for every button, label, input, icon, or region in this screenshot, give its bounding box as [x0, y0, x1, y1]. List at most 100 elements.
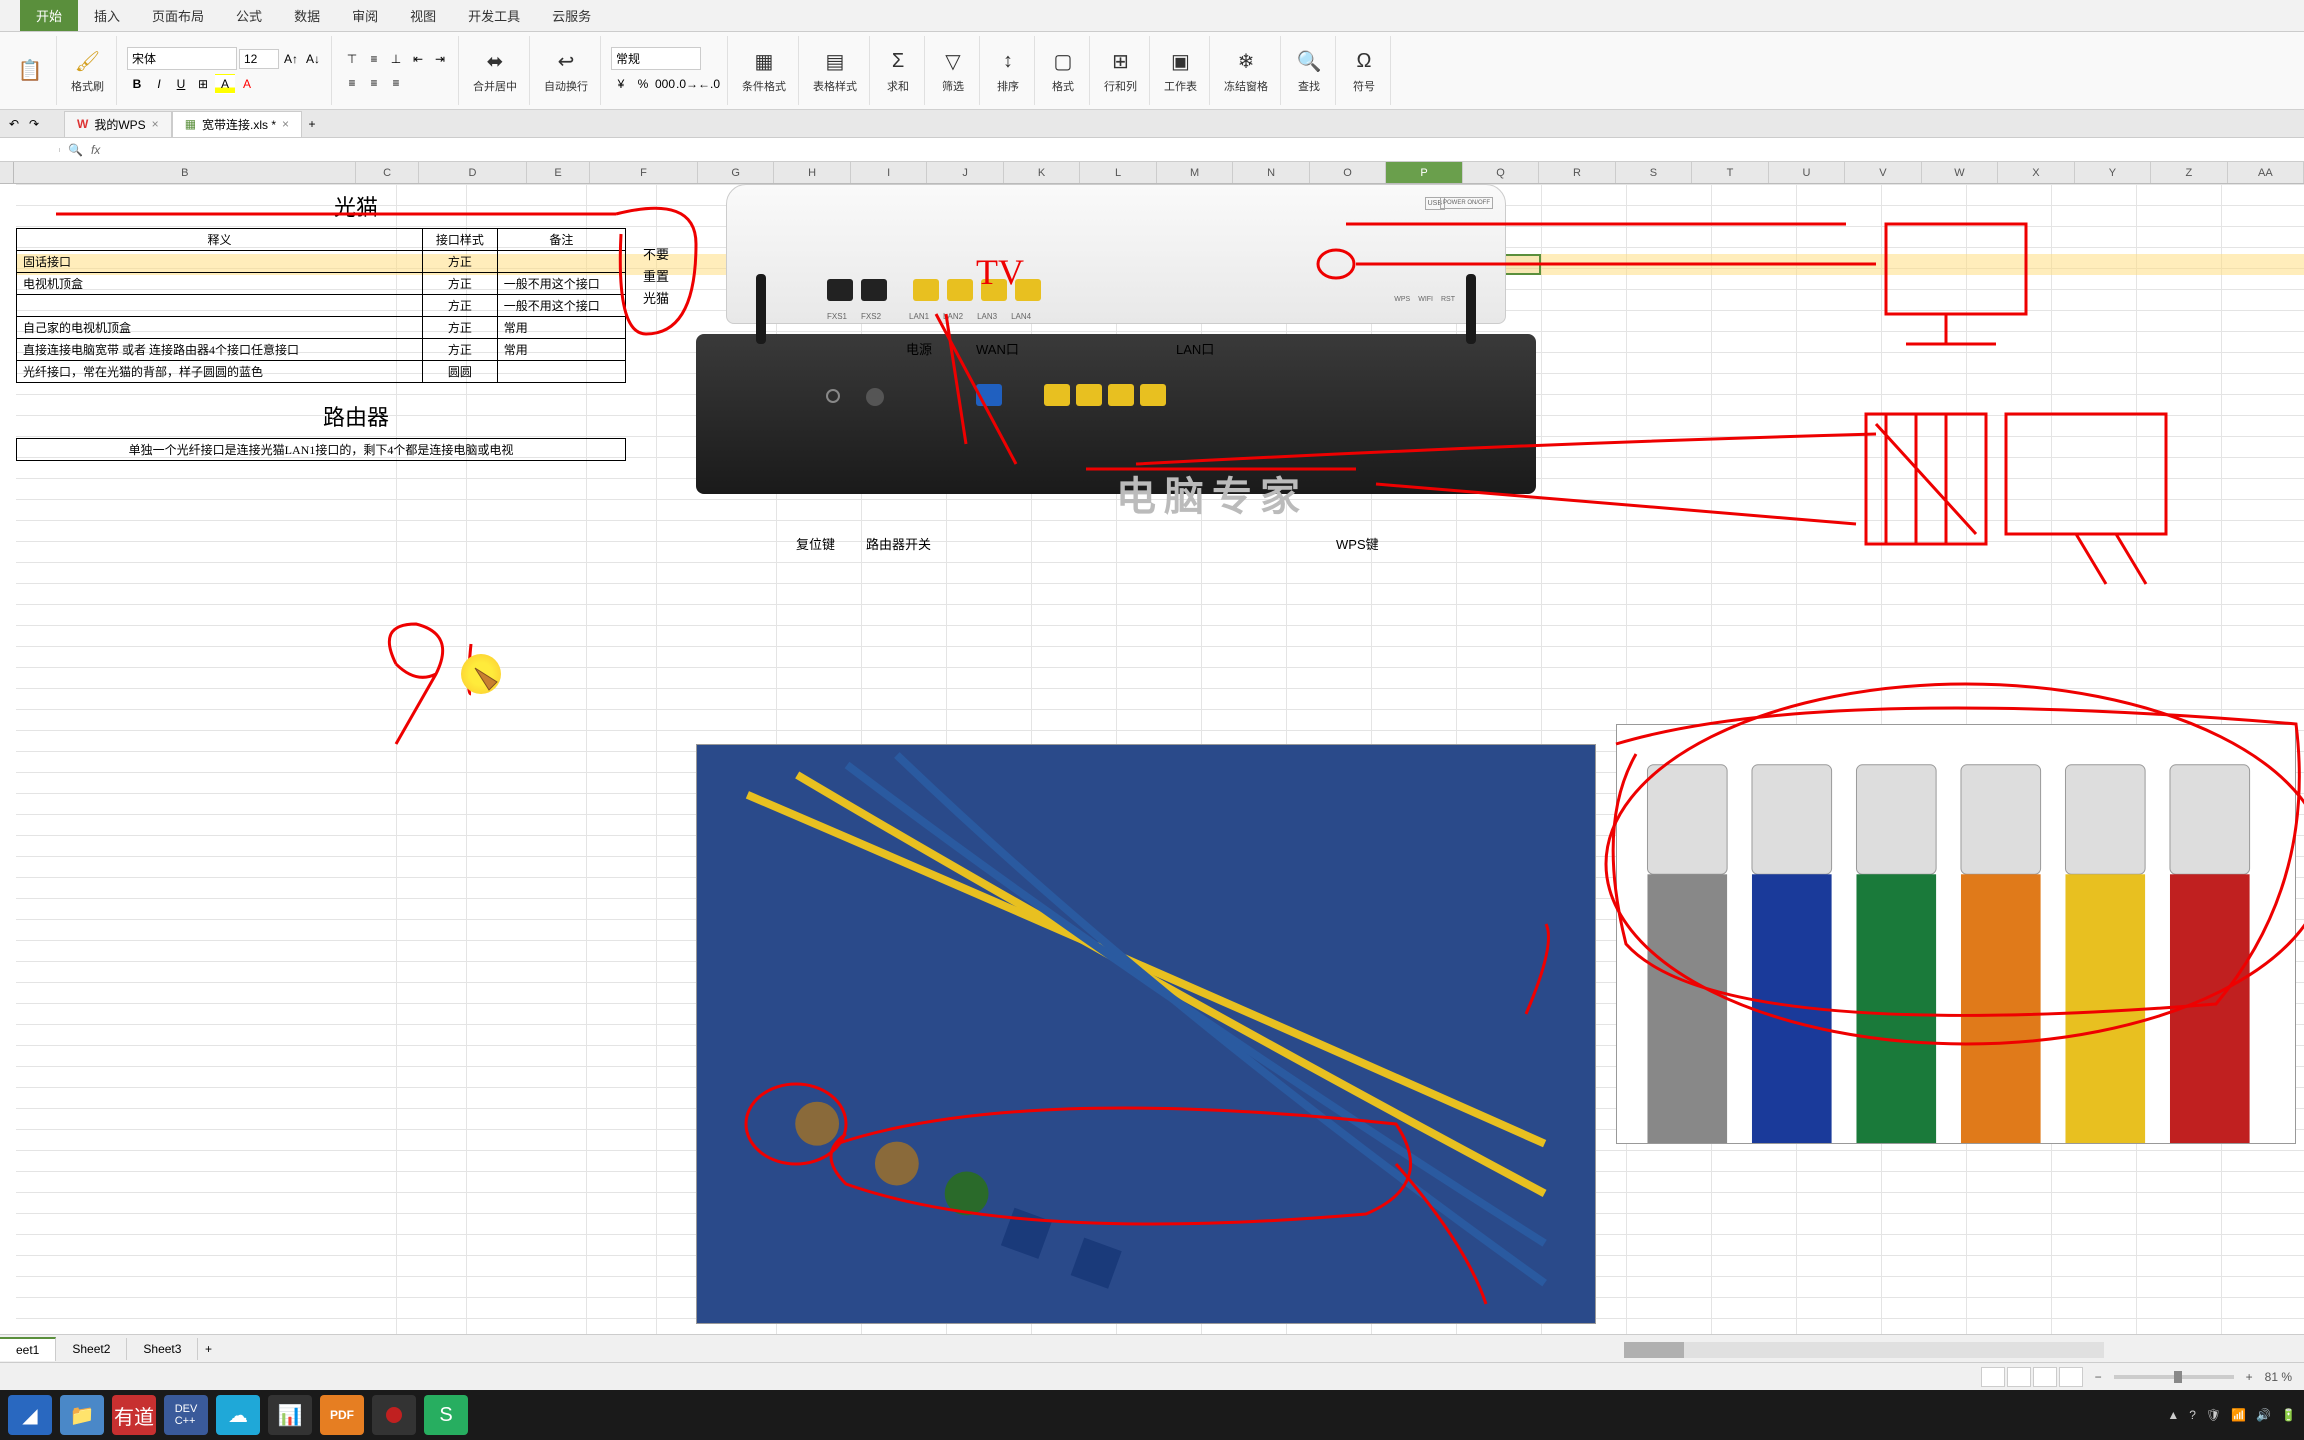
fx-label[interactable]: fx — [91, 143, 100, 157]
menu-tab-insert[interactable]: 插入 — [78, 0, 136, 31]
col-header-D[interactable]: D — [419, 162, 527, 183]
col-header-J[interactable]: J — [927, 162, 1003, 183]
rowcol-button[interactable]: ⊞行和列 — [1100, 44, 1141, 98]
font-grow-button[interactable]: A↑ — [281, 49, 301, 69]
col-header-V[interactable]: V — [1845, 162, 1921, 183]
sort-button[interactable]: ↕排序 — [990, 44, 1026, 98]
menu-tab-start[interactable]: 开始 — [20, 0, 78, 31]
paste-button[interactable]: 📋 — [12, 53, 48, 89]
menu-tab-review[interactable]: 审阅 — [336, 0, 394, 31]
col-header-S[interactable]: S — [1616, 162, 1692, 183]
table-style-button[interactable]: ▤表格样式 — [809, 44, 861, 98]
sheet-tab-1[interactable]: eet1 — [0, 1337, 56, 1361]
col-header-L[interactable]: L — [1080, 162, 1156, 183]
view-reading-button[interactable] — [2059, 1367, 2083, 1387]
decimal-dec-button[interactable]: ←.0 — [699, 74, 719, 94]
col-header-M[interactable]: M — [1157, 162, 1233, 183]
tray-battery-icon[interactable]: 🔋 — [2281, 1408, 2296, 1422]
close-tab-icon[interactable]: × — [282, 117, 289, 131]
redo-button[interactable]: ↷ — [24, 114, 44, 134]
col-header-N[interactable]: N — [1233, 162, 1309, 183]
col-header-H[interactable]: H — [774, 162, 850, 183]
col-header-E[interactable]: E — [527, 162, 590, 183]
col-header-P[interactable]: P — [1386, 162, 1462, 183]
align-bottom-button[interactable]: ⊥ — [386, 49, 406, 69]
percent-button[interactable]: % — [633, 74, 653, 94]
menu-tab-cloud[interactable]: 云服务 — [536, 0, 607, 31]
worksheet-button[interactable]: ▣工作表 — [1160, 44, 1201, 98]
search-fx-icon[interactable]: 🔍 — [68, 143, 83, 157]
col-header-C[interactable]: C — [356, 162, 419, 183]
cells-area[interactable]: 光猫 释义 接口样式 备注 固话接口方正 电视机顶盒方正一般不用这个接口 方正一… — [16, 184, 2304, 1334]
spreadsheet-grid[interactable]: BCDEFGHIJKLMNOPQRSTUVWXYZAA 光猫 释义 接口样式 备… — [0, 162, 2304, 1334]
decimal-inc-button[interactable]: .0→ — [677, 74, 697, 94]
select-all-corner[interactable] — [0, 162, 14, 183]
view-page-button[interactable] — [2007, 1367, 2031, 1387]
col-header-R[interactable]: R — [1539, 162, 1615, 183]
tray-up-icon[interactable]: ▲ — [2167, 1408, 2179, 1422]
comma-button[interactable]: 000 — [655, 74, 675, 94]
col-header-I[interactable]: I — [851, 162, 927, 183]
font-shrink-button[interactable]: A↓ — [303, 49, 323, 69]
doctab-mywps[interactable]: W 我的WPS × — [64, 111, 172, 137]
sum-button[interactable]: Σ求和 — [880, 44, 916, 98]
align-center-button[interactable]: ≡ — [364, 73, 384, 93]
taskbar-youdao[interactable]: 有道 — [112, 1395, 156, 1435]
menu-tab-view[interactable]: 视图 — [394, 0, 452, 31]
tray-shield-icon[interactable]: 🛡 — [2206, 1408, 2221, 1422]
fill-color-button[interactable]: A — [215, 74, 235, 94]
align-top-button[interactable]: ⊤ — [342, 49, 362, 69]
new-tab-button[interactable]: + — [302, 114, 322, 134]
italic-button[interactable]: I — [149, 74, 169, 94]
currency-button[interactable]: ¥ — [611, 74, 631, 94]
col-header-Q[interactable]: Q — [1463, 162, 1539, 183]
taskbar-files[interactable]: 📁 — [60, 1395, 104, 1435]
col-header-Z[interactable]: Z — [2151, 162, 2227, 183]
find-button[interactable]: 🔍查找 — [1291, 44, 1327, 98]
menu-tab-layout[interactable]: 页面布局 — [136, 0, 220, 31]
tray-help-icon[interactable]: ? — [2189, 1408, 2196, 1422]
col-header-U[interactable]: U — [1769, 162, 1845, 183]
cond-format-button[interactable]: ▦条件格式 — [738, 44, 790, 98]
col-header-W[interactable]: W — [1922, 162, 1998, 183]
wrap-button[interactable]: ↩自动换行 — [540, 44, 592, 98]
sheet-tab-2[interactable]: Sheet2 — [56, 1338, 127, 1360]
name-box[interactable] — [0, 148, 60, 152]
taskbar-pdf[interactable]: PDF — [320, 1395, 364, 1435]
align-right-button[interactable]: ≡ — [386, 73, 406, 93]
menu-tab-dev[interactable]: 开发工具 — [452, 0, 536, 31]
taskbar-dev[interactable]: DEVC++ — [164, 1395, 208, 1435]
view-break-button[interactable] — [2033, 1367, 2057, 1387]
col-header-B[interactable]: B — [14, 162, 356, 183]
taskbar-rec[interactable] — [372, 1395, 416, 1435]
col-header-T[interactable]: T — [1692, 162, 1768, 183]
col-header-Y[interactable]: Y — [2075, 162, 2151, 183]
indent-inc-button[interactable]: ⇥ — [430, 49, 450, 69]
system-tray[interactable]: ▲ ? 🛡 📶 🔊 🔋 — [2167, 1408, 2296, 1422]
align-middle-button[interactable]: ≡ — [364, 49, 384, 69]
format-button[interactable]: ▢格式 — [1045, 44, 1081, 98]
tray-network-icon[interactable]: 📶 — [2231, 1408, 2246, 1422]
tray-volume-icon[interactable]: 🔊 — [2256, 1408, 2271, 1422]
horizontal-scrollbar[interactable] — [1624, 1342, 2104, 1358]
sheet-tab-3[interactable]: Sheet3 — [127, 1338, 198, 1360]
view-normal-button[interactable] — [1981, 1367, 2005, 1387]
undo-button[interactable]: ↶ — [4, 114, 24, 134]
taskbar-start[interactable]: ◢ — [8, 1395, 52, 1435]
zoom-out-button[interactable]: − — [2095, 1370, 2102, 1384]
border-button[interactable]: ⊞ — [193, 74, 213, 94]
table2-note[interactable]: 单独一个光纤接口是连接光猫LAN1接口的，剩下4个都是连接电脑或电视 — [17, 439, 626, 461]
doctab-file[interactable]: ▦ 宽带连接.xls * × — [172, 111, 302, 137]
col-header-O[interactable]: O — [1310, 162, 1386, 183]
font-name-select[interactable]: 宋体 — [127, 47, 237, 70]
zoom-slider[interactable] — [2114, 1375, 2234, 1379]
symbol-button[interactable]: Ω符号 — [1346, 44, 1382, 98]
number-format-select[interactable]: 常规 — [611, 47, 701, 70]
col-header-F[interactable]: F — [590, 162, 698, 183]
menu-tab-data[interactable]: 数据 — [278, 0, 336, 31]
col-header-G[interactable]: G — [698, 162, 774, 183]
font-color-button[interactable]: A — [237, 74, 257, 94]
merge-button[interactable]: ⬌合并居中 — [469, 44, 521, 98]
menu-tab-formula[interactable]: 公式 — [220, 0, 278, 31]
filter-button[interactable]: ▽筛选 — [935, 44, 971, 98]
